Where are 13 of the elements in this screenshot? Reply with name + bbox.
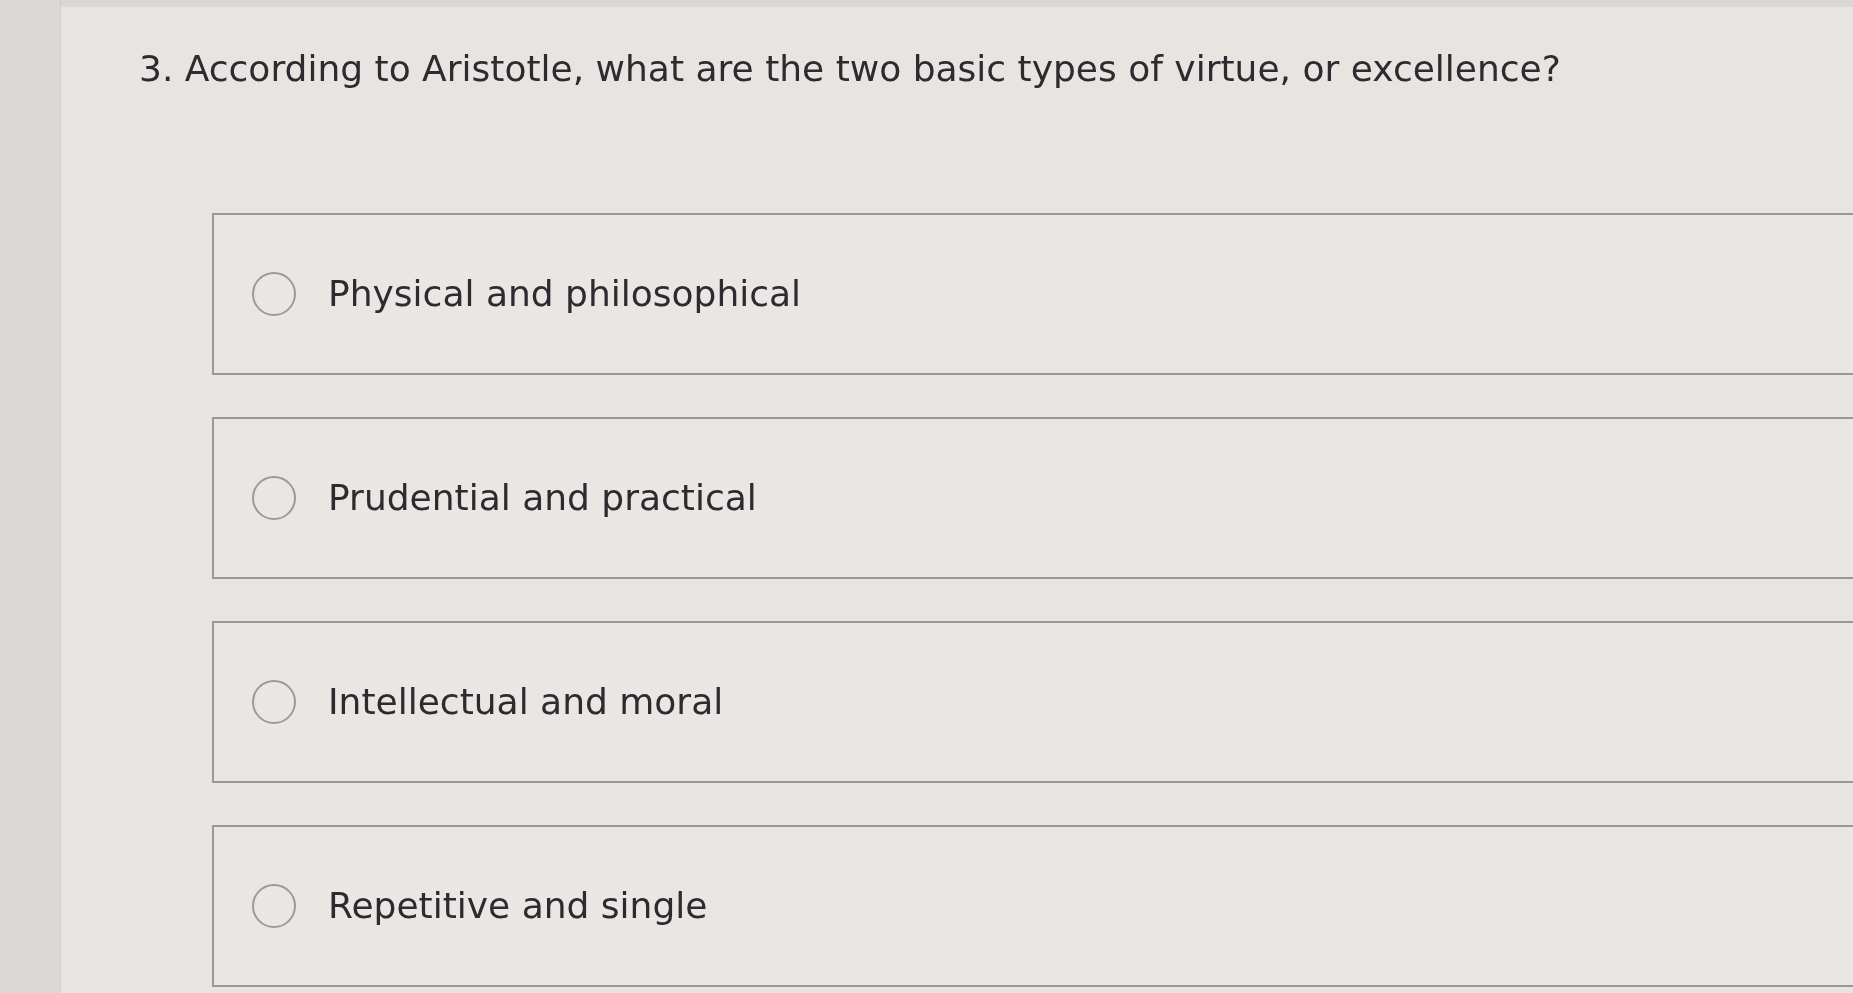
option-label: Intellectual and moral (328, 680, 724, 724)
answer-option[interactable]: Repetitive and single (212, 825, 1853, 987)
radio-button[interactable] (252, 680, 296, 724)
answer-option[interactable]: Intellectual and moral (212, 621, 1853, 783)
answer-option[interactable]: Prudential and practical (212, 417, 1853, 579)
option-label: Prudential and practical (328, 476, 757, 520)
radio-button[interactable] (252, 272, 296, 316)
option-label: Repetitive and single (328, 884, 708, 928)
question-text: 3. According to Aristotle, what are the two basic types of virtue, or excellence? (139, 47, 1562, 91)
radio-button[interactable] (252, 476, 296, 520)
radio-button[interactable] (252, 884, 296, 928)
option-label: Physical and philosophical (328, 272, 802, 316)
answer-option[interactable]: Physical and philosophical (212, 213, 1853, 375)
